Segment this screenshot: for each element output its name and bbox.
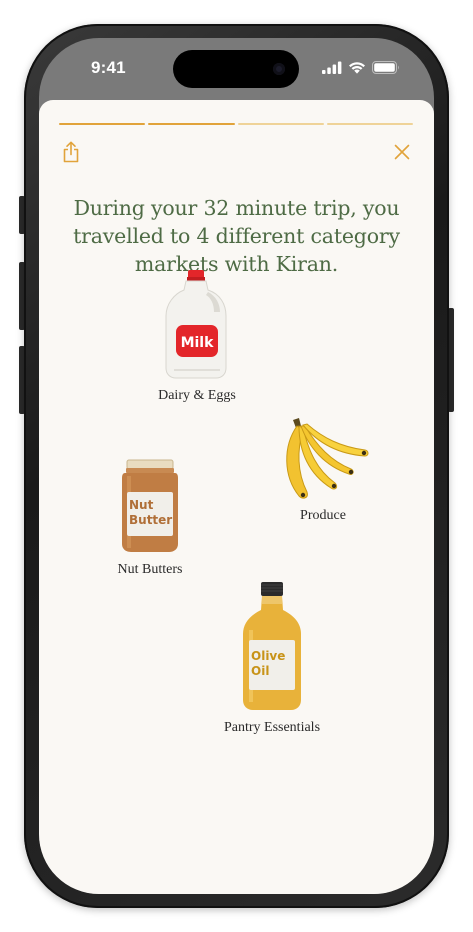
category-label: Pantry Essentials [223,720,321,735]
progress-segment-complete [59,123,146,125]
story-sheet: During your 32 minute trip, you travelle… [39,100,434,894]
bottle-label-text-2: Oil [251,664,269,678]
status-time: 9:41 [91,58,126,77]
phone-screen: 9:41 During your 32 minute trip, you tra… [39,38,434,894]
cellular-signal-icon [322,61,342,74]
progress-segment-complete [148,123,235,125]
close-icon [394,144,410,160]
category-pantry-essentials: Olive Oil Pantry Essentials [207,580,337,736]
category-nut-butters: Nut Butter Nut Butters [95,458,205,578]
category-label: Dairy & Eggs [158,388,236,403]
story-progress-bar [59,123,413,126]
share-button[interactable] [59,140,83,164]
share-icon [63,141,79,163]
milk-label-text: Milk [181,335,215,351]
battery-icon [372,60,400,74]
dynamic-island [173,50,299,88]
progress-segment-upcoming [326,123,413,125]
category-label: Produce [300,508,346,523]
close-button[interactable] [390,140,414,164]
olive-oil-bottle-image: Olive Oil [243,582,301,710]
progress-segment-upcoming [237,123,324,125]
status-icons [322,60,400,74]
screen: 9:41 During your 32 minute trip, you tra… [0,0,473,932]
story-headline: During your 32 minute trip, you travelle… [73,196,400,276]
front-camera [273,63,285,75]
milk-jug-image: Milk [165,270,227,379]
bananas-image [286,418,369,499]
jar-label-text-1: Nut [129,498,154,512]
category-dairy-eggs: Milk Dairy & Eggs [137,268,257,404]
category-produce: Produce [267,416,379,524]
bottle-label-text-1: Olive [251,649,285,663]
jar-label-text-2: Butter [129,513,172,527]
category-label: Nut Butters [117,562,183,577]
phone-frame: 9:41 During your 32 minute trip, you tra… [24,24,449,908]
wifi-icon [348,61,366,74]
status-bar: 9:41 [39,38,434,100]
nut-butter-jar-image: Nut Butter [122,459,178,552]
